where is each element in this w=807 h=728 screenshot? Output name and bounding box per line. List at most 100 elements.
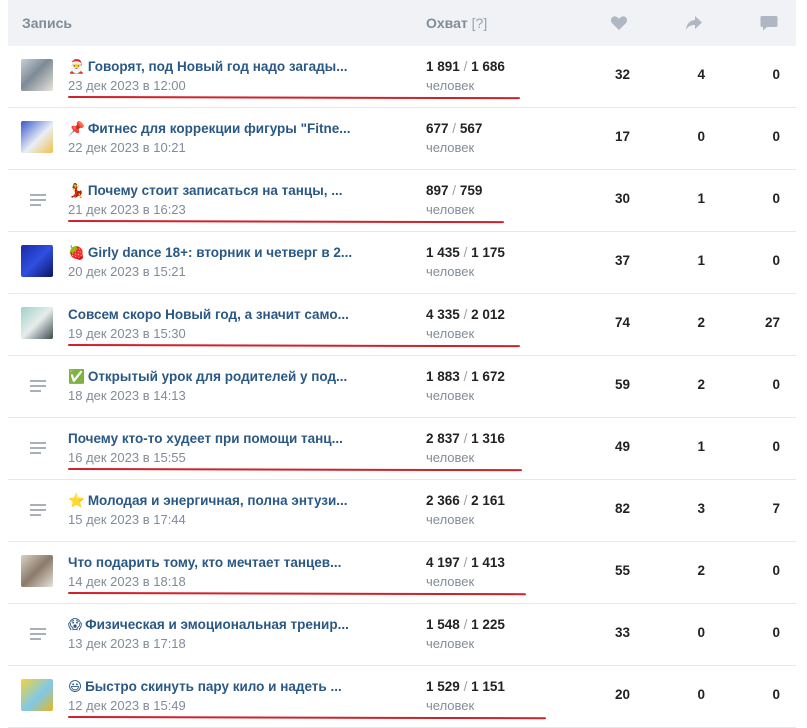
post-emoji: 😃: [68, 679, 83, 694]
table-row[interactable]: Почему кто-то худеет при помощи танц... 1…: [8, 418, 796, 480]
column-post[interactable]: Запись: [22, 15, 72, 31]
table-row[interactable]: Что подарить тому, кто мечтает танцев...…: [8, 542, 796, 604]
reach-separator: /: [463, 617, 468, 632]
shares-count: 2: [697, 315, 705, 330]
reach-unit: человек: [426, 78, 475, 93]
reach-total: 2 366: [426, 493, 460, 508]
post-thumbnail[interactable]: [21, 245, 53, 277]
table-row[interactable]: 💃 Почему стоит записаться на танцы, ... 21…: [8, 170, 796, 232]
red-underline-annotation: [67, 220, 505, 224]
post-date[interactable]: 19 дек 2023 в 15:30: [68, 326, 186, 341]
reach-value: 1 548 / 1 225: [426, 617, 505, 632]
post-title-link[interactable]: ⭐ Молодая и энергичная, полна энтузи...: [68, 493, 358, 509]
heart-icon[interactable]: [610, 15, 628, 31]
reach-total: 1 891: [426, 59, 460, 74]
post-thumbnail[interactable]: [21, 679, 53, 711]
rows-list: 🎅 Говорят, под Новый год надо загады... 23…: [8, 46, 796, 728]
red-underline-annotation: [67, 96, 521, 100]
share-arrow-icon[interactable]: [685, 15, 703, 31]
table-row[interactable]: ⭐ Молодая и энергичная, полна энтузи... 15…: [8, 480, 796, 542]
post-title-link[interactable]: 📌 Фитнес для коррекции фигуры "Fitne...: [68, 121, 358, 137]
reach-help-link[interactable]: [?]: [472, 15, 488, 31]
reach-total: 1 529: [426, 679, 460, 694]
reach-separator: /: [463, 369, 468, 384]
post-title-text: Совсем скоро Новый год, а значит само...: [68, 307, 349, 322]
likes-count: 20: [614, 687, 630, 702]
post-title-link[interactable]: 💃 Почему стоит записаться на танцы, ...: [68, 183, 358, 199]
comments-count: 0: [772, 625, 780, 640]
post-thumbnail[interactable]: [21, 307, 53, 339]
comments-count: 0: [772, 67, 780, 82]
post-title-text: Почему стоит записаться на танцы, ...: [87, 183, 343, 198]
reach-total: 1 548: [426, 617, 460, 632]
post-title-link[interactable]: ✅ Открытый урок для родителей у под...: [68, 369, 358, 385]
post-title-link[interactable]: 🎅 Говорят, под Новый год надо загады...: [68, 59, 358, 75]
reach-subscribers: 567: [459, 121, 483, 136]
text-post-icon: [30, 628, 46, 642]
post-date[interactable]: 16 дек 2023 в 15:55: [68, 450, 186, 465]
reach-unit: человек: [426, 450, 475, 465]
table-row[interactable]: ✅ Открытый урок для родителей у под... 18 …: [8, 356, 796, 418]
reach-subscribers: 1 686: [471, 59, 505, 74]
reach-subscribers: 759: [459, 183, 483, 198]
post-title-text: Фитнес для коррекции фигуры "Fitne...: [87, 121, 351, 136]
table-row[interactable]: 🍓 Girly dance 18+: вторник и четверг в 2.…: [8, 232, 796, 294]
shares-count: 1: [697, 253, 705, 268]
likes-count: 17: [614, 129, 630, 144]
reach-subscribers: 1 672: [471, 369, 505, 384]
post-title-link[interactable]: Совсем скоро Новый год, а значит само...: [68, 307, 358, 322]
likes-count: 37: [614, 253, 630, 268]
reach-value: 897 / 759: [426, 183, 482, 198]
post-thumbnail[interactable]: [21, 555, 53, 587]
table-row[interactable]: 📌 Фитнес для коррекции фигуры "Fitne... 22…: [8, 108, 796, 170]
reach-total: 677: [426, 121, 449, 136]
post-thumbnail[interactable]: [21, 121, 53, 153]
post-date[interactable]: 23 дек 2023 в 12:00: [68, 78, 186, 93]
post-thumbnail[interactable]: [21, 59, 53, 91]
reach-value: 4 197 / 1 413: [426, 555, 505, 570]
reach-unit: человек: [426, 512, 475, 527]
post-title-link[interactable]: Почему кто-то худеет при помощи танц...: [68, 431, 358, 446]
post-date[interactable]: 18 дек 2023 в 14:13: [68, 388, 186, 403]
column-reach-label: Охват: [426, 15, 468, 31]
post-emoji: 😱: [68, 617, 83, 632]
shares-count: 2: [697, 377, 705, 392]
post-title-text: Быстро скинуть пару кило и надеть ...: [85, 679, 342, 694]
shares-count: 0: [697, 129, 705, 144]
reach-separator: /: [463, 555, 468, 570]
post-date[interactable]: 12 дек 2023 в 15:49: [68, 698, 186, 713]
table-row[interactable]: Совсем скоро Новый год, а значит само...…: [8, 294, 796, 356]
reach-value: 2 366 / 2 161: [426, 493, 505, 508]
post-title-link[interactable]: Что подарить тому, кто мечтает танцев...: [68, 555, 358, 570]
reach-separator: /: [452, 183, 457, 198]
reach-value: 1 883 / 1 672: [426, 369, 505, 384]
post-date[interactable]: 21 дек 2023 в 16:23: [68, 202, 186, 217]
post-date[interactable]: 13 дек 2023 в 17:18: [68, 636, 186, 651]
post-date[interactable]: 22 дек 2023 в 10:21: [68, 140, 186, 155]
post-emoji: 🍓: [68, 245, 85, 260]
post-title-text: Говорят, под Новый год надо загады...: [87, 59, 348, 74]
posts-stats-table: Запись Охват [?] 🎅 Говорят, под Новый год…: [8, 0, 796, 728]
reach-subscribers: 2 012: [471, 307, 505, 322]
post-title-text: Физическая и эмоциональная тренир...: [85, 617, 349, 632]
reach-subscribers: 1 316: [471, 431, 505, 446]
reach-total: 1 435: [426, 245, 460, 260]
comment-icon[interactable]: [760, 15, 778, 31]
post-title-link[interactable]: 😃 Быстро скинуть пару кило и надеть ...: [68, 679, 358, 695]
post-title-link[interactable]: 😱 Физическая и эмоциональная тренир...: [68, 617, 358, 633]
table-row[interactable]: 😱 Физическая и эмоциональная тренир... 13 …: [8, 604, 796, 666]
comments-count: 0: [772, 253, 780, 268]
post-title-link[interactable]: 🍓 Girly dance 18+: вторник и четверг в 2.…: [68, 245, 358, 261]
reach-unit: человек: [426, 326, 475, 341]
red-underline-annotation: [67, 716, 547, 720]
post-date[interactable]: 15 дек 2023 в 17:44: [68, 512, 186, 527]
reach-separator: /: [463, 679, 468, 694]
post-emoji: 📌: [68, 121, 85, 136]
reach-value: 2 837 / 1 316: [426, 431, 505, 446]
reach-total: 4 335: [426, 307, 460, 322]
table-row[interactable]: 😃 Быстро скинуть пару кило и надеть ... 12…: [8, 666, 796, 728]
post-date[interactable]: 14 дек 2023 в 18:18: [68, 574, 186, 589]
table-row[interactable]: 🎅 Говорят, под Новый год надо загады... 23…: [8, 46, 796, 108]
column-reach[interactable]: Охват [?]: [426, 15, 487, 31]
post-date[interactable]: 20 дек 2023 в 15:21: [68, 264, 186, 279]
